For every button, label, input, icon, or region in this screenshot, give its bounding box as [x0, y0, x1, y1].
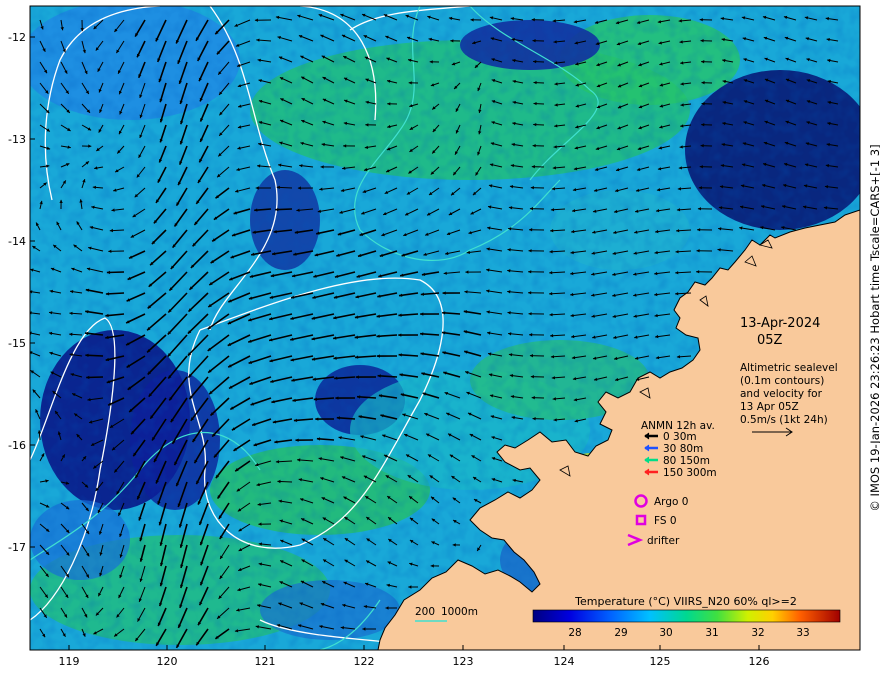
colorbar-tick: 32: [751, 627, 764, 639]
platform-label: Argo 0: [654, 496, 688, 508]
platform-label: FS 0: [654, 515, 677, 527]
description-line: and velocity for: [740, 388, 823, 400]
colorbar-tick: 29: [614, 627, 627, 639]
description-line: 13 Apr 05Z: [740, 401, 799, 413]
colorbar-tick: 30: [659, 627, 672, 639]
sst-map: -12 -13 -14 -15 -16 -17 119 120 121 122 …: [8, 5, 880, 668]
colorbar-gradient: [532, 609, 841, 623]
lat-tick: -14: [8, 235, 26, 248]
map-time: 05Z: [757, 333, 783, 348]
lon-tick: 125: [650, 655, 671, 668]
lon-tick: 119: [59, 655, 80, 668]
lon-tick: 121: [255, 655, 276, 668]
colorbar-tick: 33: [796, 627, 809, 639]
lat-tick: -16: [8, 439, 26, 452]
isobath-label-b: 1000m: [441, 606, 478, 618]
lon-tick: 126: [749, 655, 770, 668]
anmn-item-label: 30 80m: [663, 443, 703, 455]
lon-tick: 123: [453, 655, 474, 668]
map-date: 13-Apr-2024: [740, 316, 820, 331]
lat-tick: -15: [8, 337, 26, 350]
platform-label: drifter: [647, 535, 680, 547]
lat-tick: -12: [8, 31, 26, 44]
credit-text: © IMOS 19-Jan-2026 23:26:23 Hobart time …: [868, 144, 880, 511]
colorbar-title: Temperature (°C) VIIRS_N20 60% ql>=2: [574, 595, 797, 608]
colorbar-tick: 28: [568, 627, 581, 639]
lat-tick: -13: [8, 133, 26, 146]
lat-tick: -17: [8, 541, 26, 554]
anmn-item-label: 150 300m: [663, 467, 717, 479]
lon-tick: 124: [554, 655, 575, 668]
lon-tick: 122: [354, 655, 375, 668]
description-line: (0.1m contours): [740, 375, 824, 387]
lon-tick: 120: [157, 655, 178, 668]
anmn-item-label: 0 30m: [663, 431, 697, 443]
description-line: 0.5m/s (1kt 24h): [740, 414, 828, 426]
description-line: Altimetric sealevel: [740, 362, 838, 374]
anmn-item-label: 80 150m: [663, 455, 710, 467]
colorbar-tick: 31: [705, 627, 718, 639]
isobath-label-a: 200: [415, 606, 435, 618]
